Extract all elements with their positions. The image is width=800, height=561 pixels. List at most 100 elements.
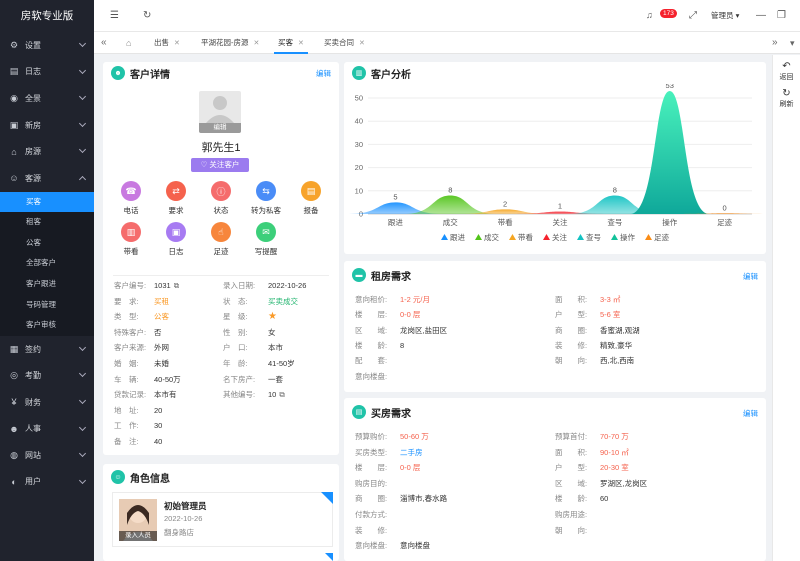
window-icon[interactable]: ❐ <box>777 10 786 21</box>
tab-sale[interactable]: 出售 ✕ <box>154 32 180 54</box>
submenu-item[interactable]: 全部客户 <box>0 253 94 274</box>
legend-label[interactable]: 操作 <box>620 232 635 242</box>
submenu-item[interactable]: 号码管理 <box>0 295 94 316</box>
right-toolbar: ↶ 返回 ↻ 刷新 <box>772 55 800 561</box>
sidebar-item[interactable]: ◎ 考勤 <box>0 362 94 389</box>
notification-badge[interactable]: 173 <box>660 9 677 18</box>
close-icon[interactable]: ✕ <box>254 40 260 47</box>
submenu-item[interactable]: 公客 <box>0 233 94 254</box>
role-icon: ☺ <box>111 470 125 484</box>
tabs-scroll-left-icon[interactable]: « <box>101 32 107 54</box>
field-label: 区 域: <box>555 478 588 488</box>
minimize-icon[interactable]: — <box>756 10 766 21</box>
field-label: 意向租价: <box>355 295 388 304</box>
home-icon[interactable]: ⌂ <box>126 32 131 54</box>
house-icon: ⌂ <box>11 146 17 157</box>
edit-rent-link[interactable]: 编辑 <box>743 271 758 282</box>
demand-field: 意向楼盘: 意向楼盘 <box>355 540 430 551</box>
edit-buy-link[interactable]: 编辑 <box>743 408 758 419</box>
legend-marker[interactable] <box>441 234 448 240</box>
tabs-menu-icon[interactable]: ▾ <box>790 32 795 54</box>
sidebar-item[interactable]: ¥ 财务 <box>0 389 94 416</box>
submenu-item[interactable]: 买客 <box>0 191 94 213</box>
copy-icon[interactable]: ⧉ <box>279 390 284 399</box>
field-value: 本市 <box>268 343 283 353</box>
legend-marker[interactable] <box>645 234 652 240</box>
sidebar-item[interactable]: ◉ 全景 <box>0 85 94 112</box>
action-button[interactable]: ⇄ 要求 <box>156 181 196 216</box>
bell-icon[interactable]: ♫ <box>646 10 653 20</box>
field-value: 香蜜湖,观湖 <box>600 325 640 335</box>
sidebar-item[interactable]: ☻ 人事 <box>0 416 94 443</box>
y-tick-label: 50 <box>355 94 363 103</box>
refresh-button[interactable]: ↻ 刷新 <box>773 88 800 109</box>
field-value: 罗湖区,龙岗区 <box>600 478 648 488</box>
close-icon[interactable]: ✕ <box>359 40 365 47</box>
action-button[interactable]: ⇆ 转为私客 <box>246 181 286 216</box>
legend-label[interactable]: 足迹 <box>654 232 669 242</box>
tab-buyer[interactable]: 买客 ✕ <box>274 32 308 54</box>
sidebar-item[interactable]: ☺ 客源 <box>0 165 94 192</box>
sidebar-item[interactable]: ◐ 用户 <box>0 469 94 496</box>
back-button[interactable]: ↶ 返回 <box>773 61 800 82</box>
field-label: 付款方式: <box>355 510 388 519</box>
legend-label[interactable]: 跟进 <box>450 233 465 242</box>
copy-icon[interactable]: ⧉ <box>174 281 179 290</box>
field-label: 商 圈: <box>555 325 588 335</box>
legend-marker[interactable] <box>475 234 482 240</box>
demand-field: 付款方式: <box>355 509 400 520</box>
follow-customer-button[interactable]: ♡ 关注客户 <box>191 158 249 172</box>
legend-label[interactable]: 关注 <box>552 232 567 242</box>
edit-customer-link[interactable]: 编辑 <box>316 68 331 79</box>
divider <box>113 275 329 276</box>
legend-marker[interactable] <box>611 234 618 240</box>
sidebar-item[interactable]: ▤ 日志 <box>0 59 94 86</box>
sidebar-item[interactable]: ▣ 新房 <box>0 112 94 139</box>
close-icon[interactable]: ✕ <box>298 40 304 47</box>
field-label: 楼 层: <box>355 463 388 473</box>
user-menu[interactable]: 管理员 ▾ <box>711 10 739 21</box>
demand-field: 商 圈: 淄博市,春水路 <box>355 493 447 504</box>
legend-marker[interactable] <box>509 234 516 240</box>
field-label: 客户来源: <box>114 343 147 353</box>
demand-field: 购房用途: <box>555 509 600 520</box>
legend-label[interactable]: 带看 <box>518 233 533 242</box>
legend-label[interactable]: 成交 <box>484 232 499 242</box>
action-label: 报备 <box>303 206 319 215</box>
legend-label[interactable]: 查号 <box>586 232 601 242</box>
field-value: 1-2 元/月 <box>400 295 431 304</box>
avatar-edit-caption[interactable]: 编辑 <box>199 123 241 133</box>
action-button[interactable]: ✉ 写提醒 <box>246 222 286 257</box>
refresh-icon[interactable]: ↻ <box>143 10 151 21</box>
submenu-item[interactable]: 客户审核 <box>0 315 94 336</box>
tabs-scroll-right-icon[interactable]: » <box>772 32 778 54</box>
heart-icon: ♡ <box>200 160 208 169</box>
legend-marker[interactable] <box>543 234 550 240</box>
submenu-item[interactable]: 租客 <box>0 212 94 233</box>
field-label: 星 级: <box>223 312 248 322</box>
sidebar-item[interactable]: ◍ 网站 <box>0 442 94 469</box>
action-button[interactable]: ▣ 日志 <box>156 222 196 257</box>
field-label: 意向楼盘: <box>355 541 388 551</box>
expand-icon[interactable]: ⤢ <box>689 10 697 21</box>
action-button[interactable]: ⓘ 状态 <box>201 181 241 216</box>
tab-contract[interactable]: 买卖合同 ✕ <box>324 32 365 54</box>
avatar[interactable]: 编辑 <box>199 91 241 133</box>
menu-toggle-icon[interactable]: ☰ <box>110 10 119 21</box>
sidebar: 房软专业版 ⚙ 设置 ▤ 日志 ◉ 全景 ▣ 新房 ⌂ 房源 ☺ 客源 买客 租客 公客 全部客户 客户跟进号… <box>0 0 94 561</box>
demand-field: 意向租价: 1-2 元/月 <box>355 294 430 305</box>
legend-marker[interactable] <box>577 234 584 240</box>
field-value: 二手房 <box>400 447 423 457</box>
action-button[interactable]: ▤ 报备 <box>291 181 331 216</box>
sidebar-item[interactable]: ▦ 签约 <box>0 336 94 363</box>
action-button[interactable]: ▥ 带看 <box>111 222 151 257</box>
sidebar-item[interactable]: ⚙ 设置 <box>0 32 94 59</box>
app-logo: 房软专业版 <box>20 10 74 22</box>
tab-property[interactable]: 平湖花园-房源 ✕ <box>201 32 259 54</box>
close-icon[interactable]: ✕ <box>174 40 180 47</box>
action-button[interactable]: ☝ 足迹 <box>201 222 241 257</box>
field-value: 50-60 万 <box>400 432 429 441</box>
sidebar-item[interactable]: ⌂ 房源 <box>0 138 94 165</box>
action-button[interactable]: ☎ 电话 <box>111 181 151 216</box>
submenu-item[interactable]: 客户跟进 <box>0 274 94 295</box>
